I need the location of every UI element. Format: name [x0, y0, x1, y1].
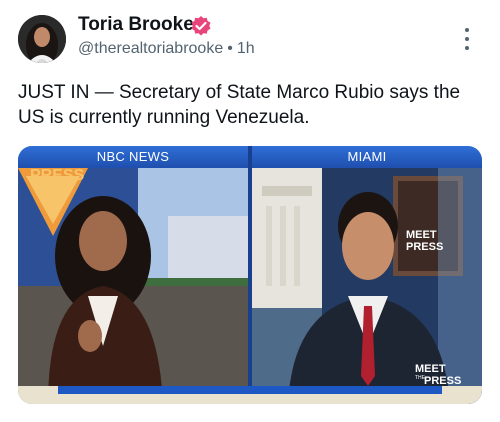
monitor-logo-line1: MEET [406, 229, 437, 241]
left-banner: NBC NEWS [18, 146, 248, 168]
post-media-image[interactable]: PRESS MEET PRESS MEET THE PRESS NBC NEWS… [18, 146, 482, 404]
corner-logo-line1: MEET [415, 363, 446, 375]
post-time[interactable]: 1h [237, 40, 255, 57]
background-logo-text: PRESS [30, 167, 85, 184]
bottom-graphic-strip [18, 386, 482, 404]
social-post: Toria Brooke @therealtoriabrooke • 1h JUST… [0, 0, 500, 422]
post-text: JUST IN — Secretary of State Marco Rubio… [18, 82, 461, 128]
post-meta: @therealtoriabrooke • 1h [78, 40, 255, 58]
verified-badge-icon [190, 15, 212, 37]
split-divider [248, 146, 252, 404]
author-avatar[interactable] [18, 15, 66, 63]
more-options-icon[interactable] [462, 28, 472, 50]
monitor-logo-line2: PRESS [406, 241, 443, 253]
author-handle[interactable]: @therealtoriabrooke [78, 40, 223, 57]
author-name[interactable]: Toria Brooke [78, 14, 194, 36]
right-banner: MIAMI [252, 146, 482, 168]
meta-separator: • [227, 40, 233, 57]
